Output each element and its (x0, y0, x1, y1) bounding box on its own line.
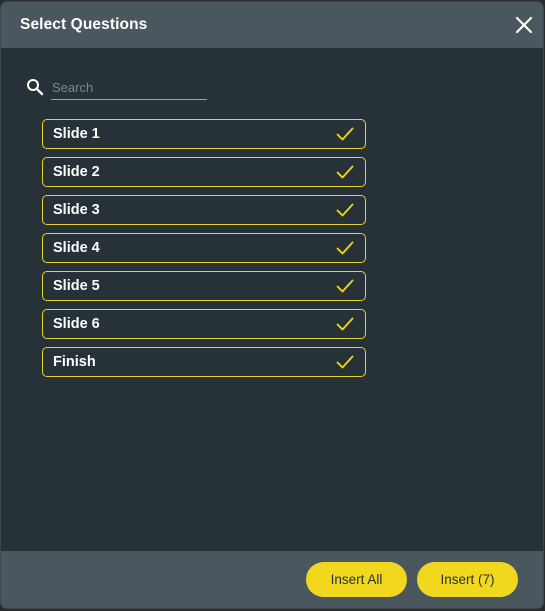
dialog-header: Select Questions (1, 2, 543, 48)
select-questions-dialog: Select Questions Slide 1Slide 2Slide 3Sl… (1, 2, 543, 608)
question-item[interactable]: Slide 4 (42, 233, 366, 263)
close-button[interactable] (511, 12, 537, 38)
check-icon (336, 203, 354, 217)
question-item[interactable]: Slide 6 (42, 309, 366, 339)
question-item[interactable]: Finish (42, 347, 366, 377)
search-input[interactable] (51, 76, 207, 100)
check-icon (336, 241, 354, 255)
dialog-footer: Insert All Insert (7) (1, 551, 543, 608)
check-icon (336, 317, 354, 331)
search-icon (27, 79, 44, 96)
question-list: Slide 1 Slide 2 Slide 3 Slide 4 Slide 5 Slide… (42, 119, 366, 385)
check-icon (336, 279, 354, 293)
question-item-label: Slide 3 (53, 202, 100, 218)
insert-all-button[interactable]: Insert All (306, 562, 407, 597)
insert-button[interactable]: Insert (7) (417, 562, 518, 597)
question-item-label: Slide 2 (53, 164, 100, 180)
question-item-label: Slide 4 (53, 240, 100, 256)
question-item-label: Finish (53, 354, 96, 370)
question-item[interactable]: Slide 3 (42, 195, 366, 225)
question-item-label: Slide 6 (53, 316, 100, 332)
question-item[interactable]: Slide 1 (42, 119, 366, 149)
check-icon (336, 355, 354, 369)
question-item-label: Slide 1 (53, 126, 100, 142)
question-item-label: Slide 5 (53, 278, 100, 294)
question-item[interactable]: Slide 5 (42, 271, 366, 301)
search-bar (26, 76, 208, 102)
check-icon (336, 127, 354, 141)
dialog-title: Select Questions (20, 16, 148, 33)
close-icon (515, 16, 533, 34)
check-icon (336, 165, 354, 179)
question-item[interactable]: Slide 2 (42, 157, 366, 187)
